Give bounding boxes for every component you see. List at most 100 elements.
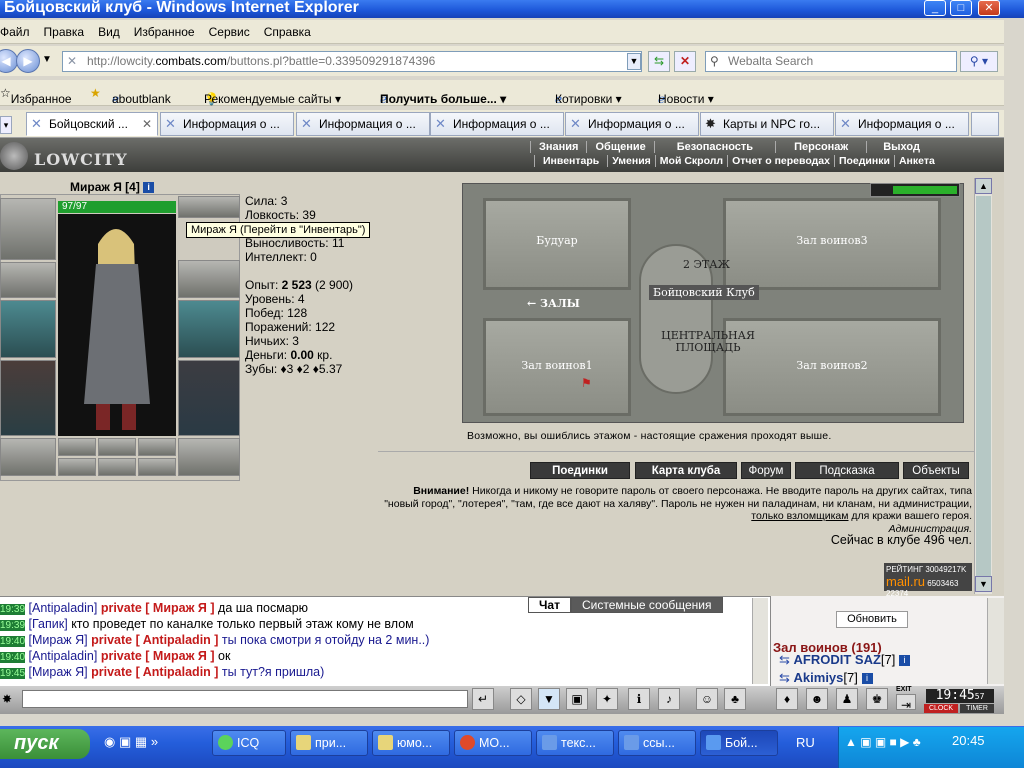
menu-my-scroll[interactable]: Мой Скролл xyxy=(654,155,727,167)
info-icon[interactable]: i xyxy=(143,182,155,194)
menu-favorites[interactable]: Избранное xyxy=(126,20,201,39)
menu-tools[interactable]: Сервис xyxy=(201,20,256,39)
task-chrome[interactable]: МО... xyxy=(454,730,532,756)
task-3[interactable]: юмо... xyxy=(372,730,450,756)
timer-label[interactable]: TIMER xyxy=(960,704,994,713)
rune-slot-5[interactable] xyxy=(98,458,136,476)
maximize-button[interactable]: □ xyxy=(950,0,972,16)
chat-author[interactable]: [Мираж Я] xyxy=(29,633,88,647)
tab-info-2[interactable]: ✕ Информация о ... xyxy=(296,112,430,136)
chat-author[interactable]: [Antipaladin] xyxy=(29,601,98,615)
chat-author[interactable]: [Antipaladin] xyxy=(29,649,98,663)
new-tab-button[interactable] xyxy=(971,112,999,136)
map-club-exit[interactable]: Бойцовский Клуб xyxy=(649,285,759,300)
bracer-slot[interactable] xyxy=(0,262,56,298)
tab-list-icon[interactable]: ▾ xyxy=(0,116,12,134)
chat-private[interactable]: private [ Antipaladin ] xyxy=(91,665,218,679)
menu-exit[interactable]: Выход xyxy=(866,141,936,153)
game-scrollbar[interactable]: ▲ ▼ xyxy=(974,178,992,594)
chat-private[interactable]: private [ Antipaladin ] xyxy=(91,633,218,647)
mask-icon[interactable]: ☻ xyxy=(806,688,828,710)
forum-button[interactable]: Форум xyxy=(741,462,791,479)
rating-counter[interactable]: РЕЙТИНГ 30049217K mail.ru 6503463 22374 xyxy=(884,563,972,598)
smiley-icon[interactable]: ☺ xyxy=(696,688,718,710)
favorites-button[interactable]: ☆ Избранное xyxy=(0,86,72,106)
tab-maps-npc[interactable]: ✸ Карты и NPC го... xyxy=(700,112,834,136)
menu-transfer-report[interactable]: Отчет о переводах xyxy=(727,155,834,167)
refresh-users-button[interactable]: Обновить xyxy=(836,611,908,628)
rune-slot-3[interactable] xyxy=(138,438,176,456)
chat-message-input[interactable] xyxy=(22,690,468,708)
menu-inventory[interactable]: Инвентарь xyxy=(534,155,607,167)
room-boudoir[interactable]: Будуар xyxy=(483,198,631,290)
translit-icon[interactable]: ℹ xyxy=(628,688,650,710)
menu-knowledge[interactable]: Знания xyxy=(530,141,586,153)
tab-system-messages[interactable]: Системные сообщения xyxy=(570,597,723,613)
minimize-button[interactable]: _ xyxy=(924,0,946,16)
quick-launch-more-icon[interactable]: » xyxy=(151,734,158,749)
fights-button[interactable]: Поединки xyxy=(530,462,630,479)
fighter-icon[interactable]: ✦ xyxy=(596,688,618,710)
menu-fights[interactable]: Поединки xyxy=(833,155,894,167)
chat-private[interactable]: private [ Мираж Я ] xyxy=(101,649,215,663)
rune-slot-2[interactable] xyxy=(98,438,136,456)
task-icq[interactable]: ICQ xyxy=(212,730,286,756)
group-icon[interactable]: ♟ xyxy=(836,688,858,710)
weapon-right-slot[interactable] xyxy=(178,300,240,358)
tab-info-5[interactable]: ✕ Информация о ... xyxy=(835,112,969,136)
room-hall1[interactable]: Зал воинов1 xyxy=(483,318,631,416)
character-avatar[interactable] xyxy=(58,214,176,436)
task-2[interactable]: при... xyxy=(290,730,368,756)
gloves-slot[interactable] xyxy=(178,260,240,298)
potion-icon[interactable]: ♦ xyxy=(776,688,798,710)
settings-icon[interactable]: ✸ xyxy=(2,692,12,706)
tab-combats[interactable]: ✕ Бойцовский ... ✕ xyxy=(26,112,158,136)
menu-profile[interactable]: Анкета xyxy=(893,155,939,167)
club-map-button[interactable]: Карта клуба xyxy=(635,462,737,479)
boots-slot[interactable] xyxy=(178,438,240,476)
menu-character[interactable]: Персонаж xyxy=(775,141,866,153)
users-scrollbar[interactable] xyxy=(987,598,1004,684)
monitor-icon[interactable]: ▣ xyxy=(566,688,588,710)
tab-info-3[interactable]: ✕ Информация о ... xyxy=(430,112,564,136)
rune-slot-4[interactable] xyxy=(58,458,96,476)
tab-info-1[interactable]: ✕ Информация о ... xyxy=(160,112,294,136)
address-dropdown-icon[interactable]: ▼ xyxy=(627,53,641,70)
helmet-slot[interactable] xyxy=(0,198,56,260)
clan-icon[interactable]: ♣ xyxy=(724,688,746,710)
info-icon[interactable]: i xyxy=(899,655,911,667)
party-icon[interactable]: ♚ xyxy=(866,688,888,710)
quick-launch-icon-1[interactable]: ◉ xyxy=(104,734,115,749)
rune-slot-6[interactable] xyxy=(138,458,176,476)
menu-help[interactable]: Справка xyxy=(256,20,317,39)
room-hall3[interactable]: Зал воинов3 xyxy=(723,198,941,290)
quick-launch-icon-3[interactable]: ▦ xyxy=(135,734,147,749)
menu-edit[interactable]: Правка xyxy=(36,20,91,39)
menu-skills[interactable]: Умения xyxy=(607,155,655,167)
task-5[interactable]: текс... xyxy=(536,730,614,756)
chat-author[interactable]: [Мираж Я] xyxy=(29,665,88,679)
menu-file[interactable]: Файл xyxy=(0,20,36,39)
pants-slot[interactable] xyxy=(178,360,240,436)
scroll-thumb[interactable] xyxy=(976,196,991,576)
rune-slot-1[interactable] xyxy=(58,438,96,456)
history-dropdown-icon[interactable]: ▼ xyxy=(42,54,52,65)
eraser-icon[interactable]: ◇ xyxy=(510,688,532,710)
language-indicator[interactable]: RU xyxy=(796,735,815,750)
search-input[interactable]: ⚲ Webalta Search xyxy=(705,51,957,72)
clock-label[interactable]: CLOCK xyxy=(924,704,958,713)
filter-icon[interactable]: ▼ xyxy=(538,688,560,710)
stop-icon[interactable]: ✕ xyxy=(674,51,696,72)
send-icon[interactable]: ↵ xyxy=(472,688,494,710)
tray-icons[interactable]: ▲ ▣ ▣ ■ ▶ ♣ xyxy=(845,735,921,749)
tab-chat[interactable]: Чат xyxy=(528,597,571,613)
refresh-icon[interactable]: ⇆ xyxy=(648,51,670,72)
task-6[interactable]: ссы... xyxy=(618,730,696,756)
character-name[interactable]: Мираж Я [4] i xyxy=(70,180,155,194)
chat-private[interactable]: private [ Мираж Я ] xyxy=(101,601,215,615)
tab-close-icon[interactable]: ✕ xyxy=(142,113,152,135)
weapon-left-slot[interactable] xyxy=(0,300,56,358)
close-button[interactable]: ✕ xyxy=(978,0,1000,16)
warning-link[interactable]: только взломщикам xyxy=(751,510,848,522)
belt-slot[interactable] xyxy=(0,438,56,476)
